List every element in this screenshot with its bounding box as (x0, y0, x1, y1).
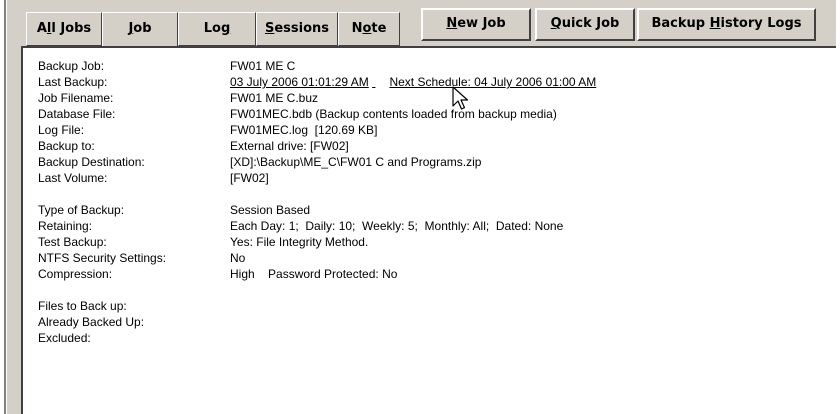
detail-label: NTFS Security Settings: (38, 251, 167, 265)
tab-note[interactable]: Note (338, 12, 400, 46)
new-job-button[interactable]: New Job (421, 8, 531, 41)
tab-label: A (36, 21, 47, 36)
tab-label-accel: g (220, 21, 231, 36)
detail-value: [FW02] (230, 171, 269, 185)
detail-label: Files to Back up: (38, 299, 127, 313)
detail-value: [XD]:\Backup\ME_C\FW01 C and Programs.zi… (230, 155, 482, 169)
detail-label: Backup Destination: (38, 155, 145, 169)
tab-label: ob (133, 21, 152, 36)
tab-label: essions (274, 21, 330, 36)
link-gap (372, 74, 386, 90)
detail-value: High Password Protected: No (230, 267, 398, 281)
mouse-pointer-icon (452, 86, 469, 110)
detail-value: FW01 ME C (230, 59, 296, 73)
detail-value: External drive: [FW02] (230, 139, 349, 153)
tab-sessions[interactable]: Sessions (256, 12, 338, 46)
button-label: istory Logs (720, 16, 802, 31)
tab-job[interactable]: Job (102, 12, 178, 49)
detail-label: Last Volume: (38, 171, 108, 185)
detail-label: Backup Job: (38, 59, 105, 73)
detail-value: FW01MEC.log [120.69 KB] (230, 123, 378, 137)
detail-value: Each Day: 1; Daily: 10; Weekly: 5; Month… (230, 219, 564, 233)
detail-label: Database File: (38, 107, 116, 121)
button-label: Backup (651, 16, 710, 31)
detail-label: Test Backup: (38, 235, 107, 249)
detail-label: Already Backed Up: (38, 315, 145, 329)
next-schedule-link[interactable]: Next Schedule: 04 July 2006 01:00 AM (389, 75, 596, 89)
detail-label: Excluded: (38, 331, 91, 345)
last-backup-date-link[interactable]: 03 July 2006 01:01:29 AM (230, 75, 369, 89)
last-backup-values: 03 July 2006 01:01:29 AM Next Schedule: … (230, 74, 596, 90)
button-label-accel: Q (550, 16, 562, 31)
left-border (4, 0, 7, 414)
tab-label: te (371, 21, 387, 36)
detail-label: Log File: (38, 123, 85, 137)
detail-label: Compression: (38, 267, 113, 281)
detail-label: Backup to: (38, 139, 95, 153)
button-label-accel: H (709, 16, 721, 31)
detail-label: Job Filename: (38, 91, 114, 105)
tab-label: l Jobs (51, 21, 92, 36)
quick-job-button[interactable]: Quick Job (535, 8, 635, 41)
detail-label: Last Backup: (38, 75, 108, 89)
detail-value: Yes: File Integrity Method. (230, 235, 369, 249)
tab-label: Lo (203, 21, 221, 36)
button-label-accel: N (446, 16, 458, 31)
tab-all-jobs[interactable]: All Jobs (26, 12, 102, 46)
button-label: ew Job (457, 16, 506, 31)
tab-label-accel: S (264, 21, 275, 36)
tab-log[interactable]: Log (178, 12, 256, 46)
detail-value: FW01MEC.bdb (Backup contents loaded from… (230, 107, 557, 121)
detail-value: No (230, 251, 246, 265)
detail-label: Type of Backup: (38, 203, 125, 217)
detail-value: FW01 ME C.buz (230, 91, 319, 105)
button-label: uick Job (561, 16, 620, 31)
backup-history-logs-button[interactable]: Backup History Logs (637, 8, 816, 41)
tab-label: N (351, 21, 363, 36)
detail-value: Session Based (230, 203, 311, 217)
panel-edge (12, 46, 21, 414)
detail-label: Retaining: (38, 219, 93, 233)
